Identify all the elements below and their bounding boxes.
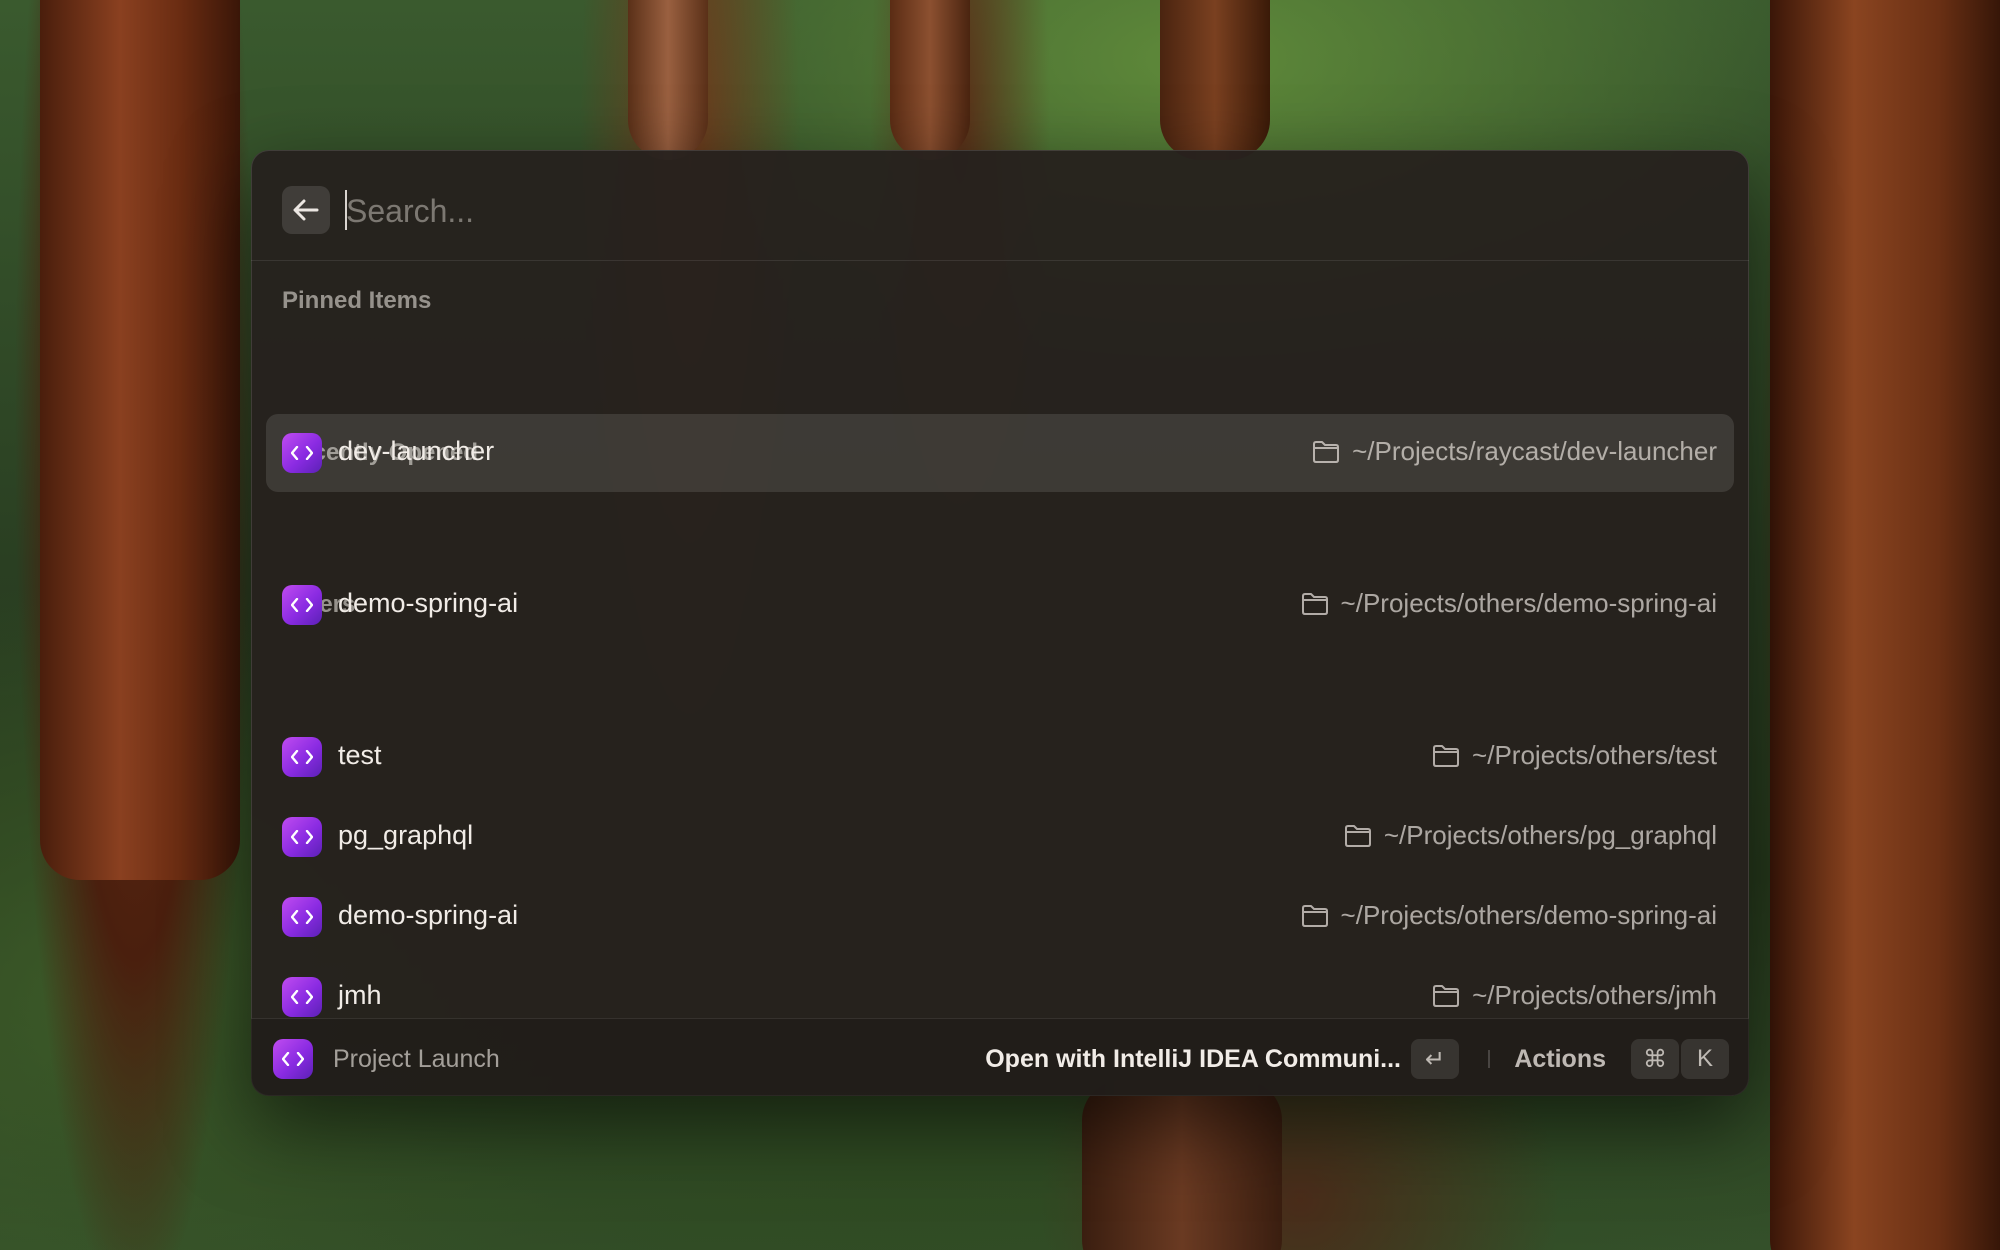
item-title: pg_graphql [338, 820, 474, 850]
item-path: ~/Projects/others/demo-spring-ai [1301, 588, 1717, 619]
footer-divider [1488, 1050, 1490, 1068]
item-path: ~/Projects/others/demo-spring-ai [1301, 900, 1717, 931]
item-title: dev-launcher [338, 436, 495, 466]
wallpaper-trunk [40, 0, 240, 880]
item-path: ~/Projects/others/jmh [1432, 980, 1717, 1011]
back-button[interactable] [282, 186, 330, 234]
list-item[interactable]: demo-spring-ai ~/Projects/others/demo-spr… [266, 878, 1734, 956]
code-brackets-icon [282, 897, 322, 937]
folder-icon [1301, 904, 1329, 928]
item-path: ~/Projects/others/test [1432, 740, 1717, 771]
item-path: ~/Projects/others/pg_graphql [1344, 820, 1717, 851]
item-path: ~/Projects/raycast/dev-launcher [1312, 436, 1717, 467]
desktop-wallpaper: Pinned ItemsRecently Openedothersdev-lau… [0, 0, 2000, 1250]
arrow-left-icon [293, 199, 319, 221]
wallpaper-trunk [1770, 0, 2000, 1250]
launcher-window: Pinned ItemsRecently Openedothersdev-lau… [251, 150, 1749, 1096]
item-path-text: ~/Projects/others/pg_graphql [1383, 820, 1717, 850]
folder-icon [1344, 824, 1372, 848]
results-list[interactable]: Pinned ItemsRecently Openedothersdev-lau… [251, 261, 1749, 1018]
list-item[interactable]: test ~/Projects/others/test [266, 718, 1734, 796]
wallpaper-trunk [628, 0, 708, 160]
item-path-text: ~/Projects/others/jmh [1472, 980, 1717, 1010]
code-brackets-icon [273, 1039, 313, 1079]
list-item[interactable]: demo-spring-ai ~/Projects/others/demo-spr… [266, 566, 1734, 644]
search-bar [251, 150, 1749, 261]
item-title: demo-spring-ai [338, 588, 519, 618]
item-title: test [338, 740, 382, 770]
text-caret [345, 190, 347, 230]
list-item[interactable]: pg_graphql ~/Projects/others/pg_graphql [266, 798, 1734, 876]
item-path-text: ~/Projects/others/demo-spring-ai [1340, 900, 1717, 930]
code-brackets-icon [282, 433, 322, 473]
section-title-pinned: Pinned Items [282, 287, 432, 314]
folder-icon [1432, 744, 1460, 768]
item-path-text: ~/Projects/others/demo-spring-ai [1340, 588, 1717, 618]
item-path-text: ~/Projects/raycast/dev-launcher [1352, 436, 1717, 466]
primary-action-button[interactable]: Open with IntelliJ IDEA Communi... [985, 1045, 1401, 1074]
wallpaper-trunk [890, 0, 970, 160]
folder-icon [1432, 984, 1460, 1008]
search-input[interactable] [344, 180, 1698, 242]
list-item[interactable]: dev-launcher ~/Projects/raycast/dev-launc… [266, 414, 1734, 492]
item-title: demo-spring-ai [338, 900, 519, 930]
item-path-text: ~/Projects/others/test [1472, 740, 1717, 770]
cmd-key-hint[interactable]: ⌘ [1631, 1039, 1679, 1079]
wallpaper-trunk [1160, 0, 1270, 160]
action-bar: Project Launch Open with IntelliJ IDEA C… [251, 1018, 1749, 1096]
code-brackets-icon [282, 817, 322, 857]
enter-key-hint[interactable]: ↵ [1411, 1039, 1459, 1079]
code-brackets-icon [282, 737, 322, 777]
folder-icon [1312, 440, 1340, 464]
item-title: jmh [338, 980, 382, 1010]
actions-button[interactable]: Actions [1514, 1045, 1606, 1074]
folder-icon [1301, 592, 1329, 616]
extension-name: Project Launch [333, 1045, 500, 1073]
code-brackets-icon [282, 585, 322, 625]
wallpaper-trunk [1082, 1080, 1282, 1250]
k-key-hint[interactable]: K [1681, 1039, 1729, 1079]
code-brackets-icon [282, 977, 322, 1017]
list-item[interactable]: jmh ~/Projects/others/jmh [266, 958, 1734, 1018]
